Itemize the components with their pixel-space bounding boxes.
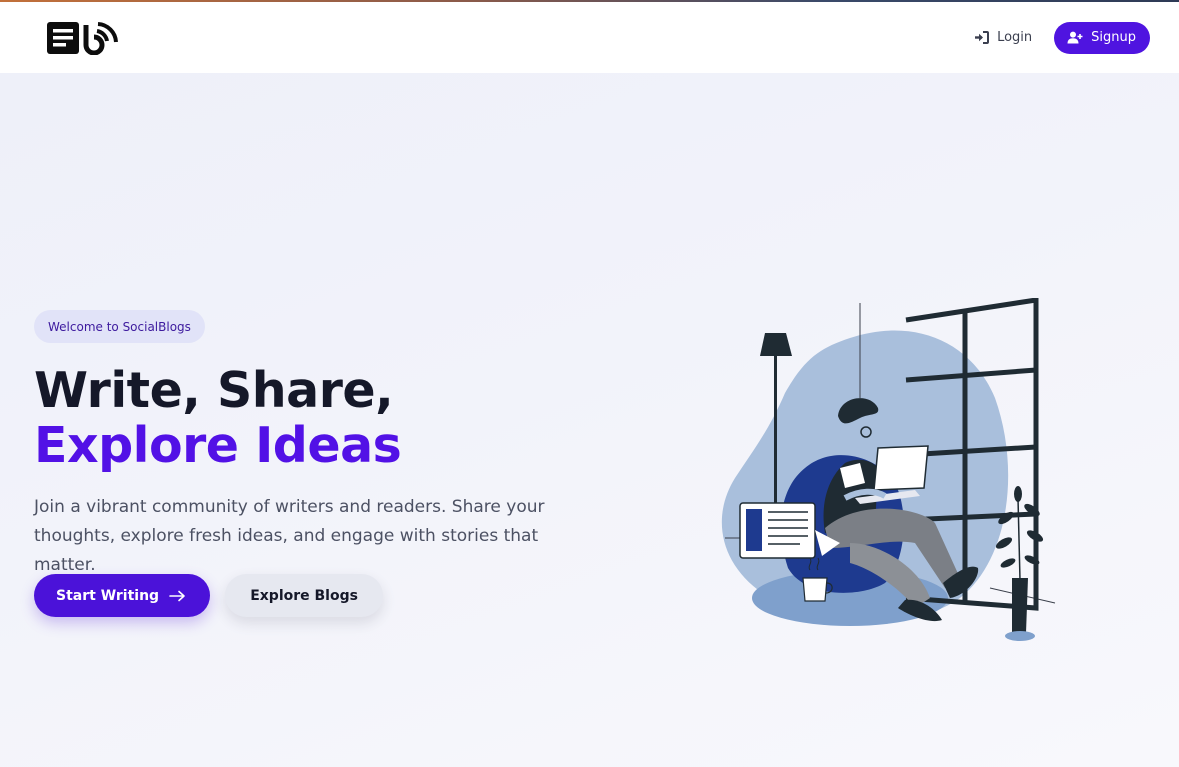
explore-blogs-label: Explore Blogs xyxy=(250,587,358,604)
hero-description: Join a vibrant community of writers and … xyxy=(34,497,545,575)
site-logo[interactable] xyxy=(46,21,118,55)
login-label: Login xyxy=(997,30,1033,45)
signup-label: Signup xyxy=(1091,30,1136,45)
arrow-right-icon xyxy=(169,590,185,601)
cta-row: Start Writing Explore Blogs xyxy=(34,574,384,617)
hero-section: Welcome to SocialBlogs Write, Share, Exp… xyxy=(0,73,1179,767)
nav-actions: Login Signup xyxy=(974,21,1150,54)
explore-blogs-button[interactable]: Explore Blogs xyxy=(225,574,384,617)
reading-person-illustration xyxy=(721,298,1056,641)
blog-rss-logo-icon xyxy=(47,21,118,55)
headline-line-1: Write, Share, xyxy=(34,362,394,419)
headline-line-2: Explore Ideas xyxy=(34,417,402,474)
signup-button[interactable]: Signup xyxy=(1054,21,1150,54)
start-writing-label: Start Writing xyxy=(56,587,160,604)
login-link[interactable]: Login xyxy=(974,30,1032,45)
sign-in-icon xyxy=(975,31,990,44)
user-plus-icon xyxy=(1067,31,1083,44)
welcome-badge-text: Welcome to SocialBlogs xyxy=(48,319,191,334)
start-writing-button[interactable]: Start Writing xyxy=(34,574,211,617)
hero-headline: Write, Share, Explore Ideas xyxy=(34,362,402,474)
welcome-badge: Welcome to SocialBlogs xyxy=(34,310,205,343)
navbar: Login Signup xyxy=(0,2,1179,73)
